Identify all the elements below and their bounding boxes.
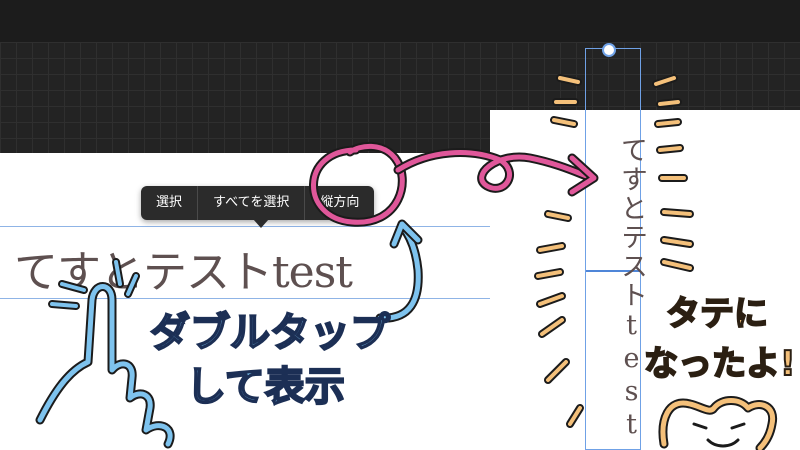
annotation-vertical: タテに bbox=[665, 293, 769, 335]
annotation-became: なったよ! bbox=[643, 343, 797, 385]
happy-face-icon bbox=[658, 396, 778, 450]
annotation-to-show: して表示 bbox=[185, 363, 346, 411]
emphasis-marks-left-icon bbox=[534, 74, 584, 428]
emphasis-marks-right-icon bbox=[652, 74, 694, 272]
annotation-double-tap: ダブルタップ bbox=[149, 309, 391, 357]
